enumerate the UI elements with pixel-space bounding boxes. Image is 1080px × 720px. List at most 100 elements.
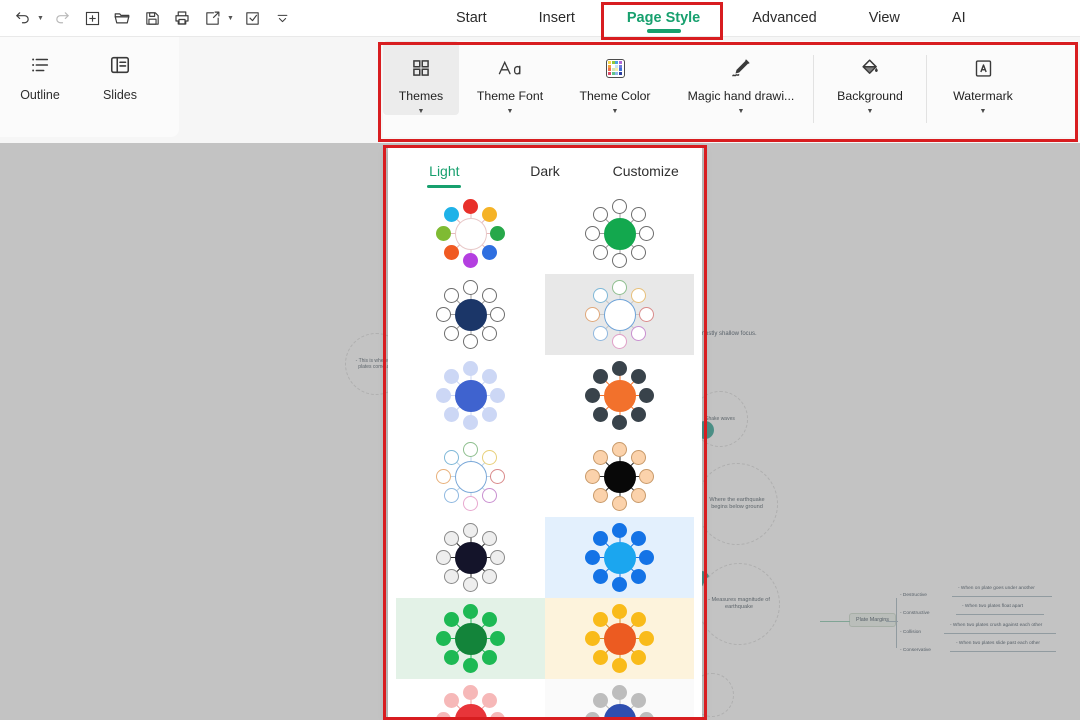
theme-azure-blue[interactable] [545, 517, 694, 598]
tab-page-style[interactable]: Page Style [601, 0, 726, 36]
theme-pastel-outline-gray[interactable] [545, 274, 694, 355]
theme-preview-petal [463, 361, 478, 376]
theme-emerald-green[interactable] [396, 598, 545, 679]
theme-blue-light[interactable] [396, 355, 545, 436]
theme-preview-petal [612, 523, 627, 538]
tab-ai[interactable]: AI [926, 0, 992, 36]
theme-preview-petal [592, 368, 608, 384]
theme-preview-petal [585, 307, 600, 322]
themes-caret-icon[interactable]: ▼ [418, 108, 425, 115]
theme-black-peach[interactable] [545, 436, 694, 517]
theme-preview-petal [490, 469, 505, 484]
theme-color-palette-icon [605, 55, 625, 81]
tab-start[interactable]: Start [430, 0, 513, 36]
theme-preview-petal [592, 650, 608, 666]
undo-caret-icon[interactable]: ▼ [35, 5, 46, 31]
watermark-button[interactable]: Watermark ▼ [927, 41, 1039, 115]
theme-color-button[interactable]: Theme Color ▼ [561, 41, 669, 115]
slides-panel-icon [109, 51, 131, 79]
theme-preview-petal [631, 488, 647, 504]
theme-preview-petal [482, 368, 498, 384]
theme-preview-petal [631, 569, 647, 585]
theme-green-solid[interactable] [545, 193, 694, 274]
theme-amber-orange[interactable] [545, 598, 694, 679]
theme-preview-petal [631, 530, 647, 546]
theme-preview-core [603, 460, 636, 493]
theme-font-caret-icon[interactable]: ▼ [507, 108, 514, 115]
export-share-icon[interactable] [198, 4, 226, 32]
theme-preview-petal [592, 245, 608, 261]
theme-preview-petal [443, 530, 459, 546]
theme-grid-gray-blue[interactable] [545, 679, 694, 718]
theme-preview-graphic [583, 440, 657, 514]
theme-preview-petal [631, 245, 647, 261]
quick-access-toolbar: ▼ ▼ [0, 4, 296, 32]
theme-preview-petal [463, 685, 478, 700]
theme-preview-petal [482, 692, 498, 708]
theme-preview-petal [443, 449, 459, 465]
open-folder-icon[interactable] [108, 4, 136, 32]
tab-insert[interactable]: Insert [513, 0, 601, 36]
theme-preview-petal [585, 226, 600, 241]
redo-icon[interactable] [48, 4, 76, 32]
themes-button[interactable]: Themes ▼ [383, 41, 459, 115]
theme-preview-petal [482, 245, 498, 261]
theme-preview-petal [631, 326, 647, 342]
themes-tab-dark[interactable]: Dark [495, 148, 596, 193]
theme-preview-petal [463, 442, 478, 457]
theme-preview-graphic [434, 278, 508, 352]
save-icon[interactable] [138, 4, 166, 32]
theme-preview-petal [612, 658, 627, 673]
theme-font-button[interactable]: Theme Font ▼ [459, 41, 561, 115]
theme-preview-graphic [434, 440, 508, 514]
theme-rainbow-light[interactable] [396, 193, 545, 274]
ribbon-button-outline[interactable]: Outline [0, 51, 80, 102]
theme-font-button-label: Theme Font [476, 89, 544, 103]
theme-preview-petal [585, 469, 600, 484]
new-icon[interactable] [78, 4, 106, 32]
theme-preview-core [454, 703, 487, 718]
theme-preview-petal [482, 407, 498, 423]
theme-preview-petal [463, 253, 478, 268]
background-caret-icon[interactable]: ▼ [867, 108, 874, 115]
theme-preview-petal [639, 226, 654, 241]
theme-preview-core [454, 460, 487, 493]
theme-color-caret-icon[interactable]: ▼ [612, 108, 619, 115]
magic-hand-drawing-caret-icon[interactable]: ▼ [738, 108, 745, 115]
theme-preview-petal [463, 658, 478, 673]
more-chevron-icon[interactable] [268, 4, 296, 32]
theme-preview-petal [631, 407, 647, 423]
theme-preview-petal [443, 368, 459, 384]
theme-rose-pink[interactable] [396, 679, 545, 718]
theme-dark-navy-gray[interactable] [396, 517, 545, 598]
themes-tab-customize[interactable]: Customize [595, 148, 696, 193]
check-select-icon[interactable] [238, 4, 266, 32]
magic-hand-drawing-button[interactable]: Magic hand drawi... ▼ [669, 41, 813, 115]
theme-white-pastel-outline[interactable] [396, 436, 545, 517]
ribbon-button-slides[interactable]: Slides [80, 51, 160, 102]
theme-preview-core [603, 622, 636, 655]
themes-tab-light[interactable]: Light [394, 148, 495, 193]
theme-preview-petal [463, 496, 478, 511]
theme-preview-petal [612, 442, 627, 457]
theme-preview-petal [639, 712, 654, 718]
theme-preview-petal [490, 307, 505, 322]
theme-preview-core [454, 622, 487, 655]
theme-preview-petal [490, 631, 505, 646]
theme-preview-petal [592, 326, 608, 342]
undo-icon[interactable] [8, 4, 36, 32]
theme-navy-solid[interactable] [396, 274, 545, 355]
tab-view[interactable]: View [843, 0, 926, 36]
theme-preview-graphic [583, 683, 657, 718]
tab-advanced[interactable]: Advanced [726, 0, 843, 36]
background-button[interactable]: Background ▼ [814, 41, 926, 115]
background-subgroup: Background ▼ [814, 41, 926, 137]
print-icon[interactable] [168, 4, 196, 32]
theme-preview-petal [436, 631, 451, 646]
theme-preview-petal [612, 280, 627, 295]
theme-preview-petal [612, 253, 627, 268]
watermark-caret-icon[interactable]: ▼ [980, 108, 987, 115]
theme-orange-charcoal[interactable] [545, 355, 694, 436]
theme-preview-petal [436, 469, 451, 484]
export-caret-icon[interactable]: ▼ [225, 5, 236, 31]
